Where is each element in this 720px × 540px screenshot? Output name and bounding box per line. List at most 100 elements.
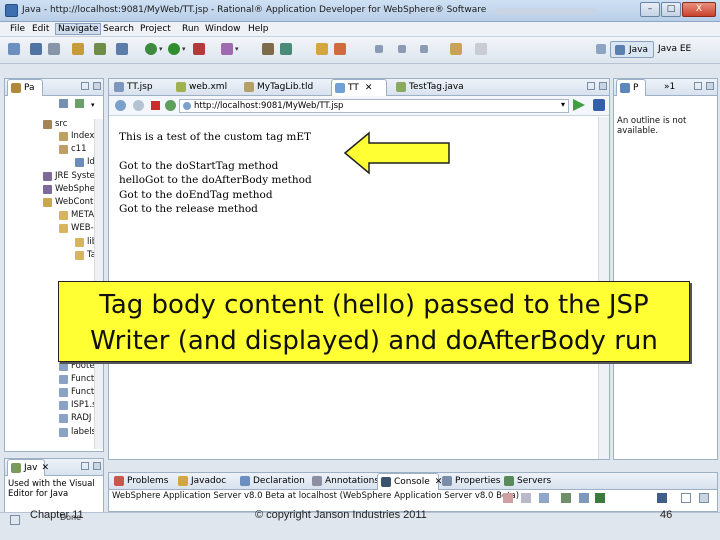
menu-file[interactable]: File (10, 24, 25, 34)
tab-package-explorer[interactable]: Pa (7, 79, 43, 96)
tree-item[interactable]: WebCont (43, 197, 93, 207)
maximize-button[interactable]: □ (661, 2, 681, 17)
play-dropdown-icon[interactable]: ▾ (182, 45, 186, 53)
maximize-view-icon[interactable] (93, 462, 101, 470)
minimize-editor-icon[interactable] (587, 82, 595, 90)
page-line: Got to the doEndTag method (119, 189, 273, 201)
tree-item[interactable]: Foote (59, 361, 95, 371)
new-class-icon[interactable] (262, 43, 274, 55)
open-type-icon[interactable] (316, 43, 328, 55)
slide-page-number: 46 (660, 509, 673, 521)
print-icon[interactable] (48, 43, 60, 55)
server-icon[interactable] (94, 43, 106, 55)
build-icon[interactable] (72, 43, 84, 55)
tab-console[interactable]: Console ✕ (377, 473, 442, 490)
tab-javadoc[interactable]: Javadoc (175, 473, 231, 490)
visual-editor-message: Used with the Visual Editor for Java (8, 479, 95, 499)
clear-console-icon[interactable] (539, 493, 549, 503)
maximize-view-icon[interactable] (93, 82, 101, 90)
tree-item[interactable]: RADJ (59, 413, 91, 423)
run-icon[interactable] (145, 43, 157, 55)
play-icon[interactable] (168, 43, 180, 55)
new-package-icon[interactable] (280, 43, 292, 55)
search-icon[interactable] (334, 43, 346, 55)
tree-item[interactable]: Funct (59, 387, 94, 397)
run-dropdown-icon[interactable]: ▾ (159, 45, 163, 53)
tab-mytaglib-tld[interactable]: MyTagLib.tld (241, 79, 327, 96)
pin-console-icon[interactable] (579, 493, 589, 503)
new-wizard-icon[interactable] (221, 43, 233, 55)
maximize-outline-icon[interactable] (706, 82, 714, 90)
browser-refresh-icon[interactable] (165, 100, 176, 111)
link-editor-icon[interactable] (75, 99, 84, 108)
tab-servers[interactable]: Servers (501, 473, 561, 490)
open-perspective-icon[interactable] (596, 44, 606, 54)
wizard-dropdown-icon[interactable]: ▾ (235, 45, 239, 53)
menu-navigate[interactable]: Navigate (55, 23, 102, 35)
browser-forward-icon[interactable] (133, 100, 144, 111)
tree-item[interactable]: c11 (59, 144, 87, 154)
last-edit-icon[interactable] (420, 45, 428, 53)
tab-visual-editor[interactable]: Jav ✕ (7, 459, 49, 476)
collapse-all-icon[interactable] (59, 99, 68, 108)
menu-project[interactable]: Project (140, 24, 171, 34)
prev-annotation-icon[interactable] (398, 45, 406, 53)
tab-tt-jsp[interactable]: TT.jsp (111, 79, 169, 96)
tab-properties[interactable]: Properties (439, 473, 501, 490)
tab-problems[interactable]: Problems (111, 473, 169, 490)
fast-view-icon[interactable] (10, 515, 20, 525)
page-icon (183, 102, 191, 110)
browser-menu-icon[interactable] (593, 99, 605, 111)
tab-tt-browser[interactable]: TT ✕ (331, 79, 387, 96)
go-icon[interactable] (573, 99, 585, 111)
tree-item[interactable]: WEB- (59, 223, 94, 233)
external-tools-icon[interactable] (193, 43, 205, 55)
minimize-view-icon[interactable] (81, 462, 89, 470)
url-field[interactable]: http://localhost:9081/MyWeb/TT.jsp (179, 99, 569, 113)
back-icon[interactable] (450, 43, 462, 55)
java-perspective-icon (615, 45, 625, 55)
debug-icon[interactable] (116, 43, 128, 55)
next-annotation-icon[interactable] (375, 45, 383, 53)
minimize-view-icon[interactable] (81, 82, 89, 90)
menu-help[interactable]: Help (248, 24, 269, 34)
save-icon[interactable] (30, 43, 42, 55)
tab-testtag-java[interactable]: TestTag.java (393, 79, 475, 96)
tab-declaration[interactable]: Declaration (237, 473, 305, 490)
maximize-console-icon[interactable] (699, 493, 709, 503)
view-menu-icon[interactable]: ▾ (91, 101, 95, 109)
close-button[interactable]: X (682, 2, 716, 17)
menu-window[interactable]: Window (205, 24, 241, 34)
tab-web-xml[interactable]: web.xml (173, 79, 233, 96)
forward-icon[interactable] (475, 43, 487, 55)
tab-annotations[interactable]: Annotations (309, 473, 379, 490)
scroll-lock-icon[interactable] (561, 493, 571, 503)
terminate-icon[interactable] (503, 493, 513, 503)
tab-more-views[interactable]: »1 (648, 79, 678, 96)
tree-item[interactable]: ISP1.s (59, 400, 97, 410)
minimize-console-icon[interactable] (681, 493, 691, 503)
minimize-button[interactable]: – (640, 2, 660, 17)
browser-stop-icon[interactable] (151, 101, 160, 110)
perspective-java-ee[interactable]: Java EE (658, 44, 691, 54)
menu-edit[interactable]: Edit (32, 24, 49, 34)
tree-item[interactable]: src (43, 119, 67, 129)
new-icon[interactable] (8, 43, 20, 55)
maximize-editor-icon[interactable] (599, 82, 607, 90)
open-console-icon[interactable] (657, 493, 667, 503)
url-dropdown-icon[interactable]: ▾ (561, 100, 565, 109)
browser-back-icon[interactable] (115, 100, 126, 111)
menu-search[interactable]: Search (103, 24, 134, 34)
tree-item[interactable]: WebSphe (43, 184, 95, 194)
tab-outline[interactable]: P (616, 79, 646, 96)
tree-item[interactable]: JRE Syste (43, 171, 95, 181)
minimize-outline-icon[interactable] (694, 82, 702, 90)
tree-item[interactable]: Funct (59, 374, 94, 384)
remove-launch-icon[interactable] (521, 493, 531, 503)
menu-run[interactable]: Run (182, 24, 199, 34)
tree-item[interactable]: labels (59, 427, 96, 437)
display-console-icon[interactable] (595, 493, 605, 503)
tree-item[interactable]: Index (59, 131, 94, 141)
tree-item[interactable]: META (59, 210, 94, 220)
perspective-java[interactable]: Java (610, 41, 654, 58)
